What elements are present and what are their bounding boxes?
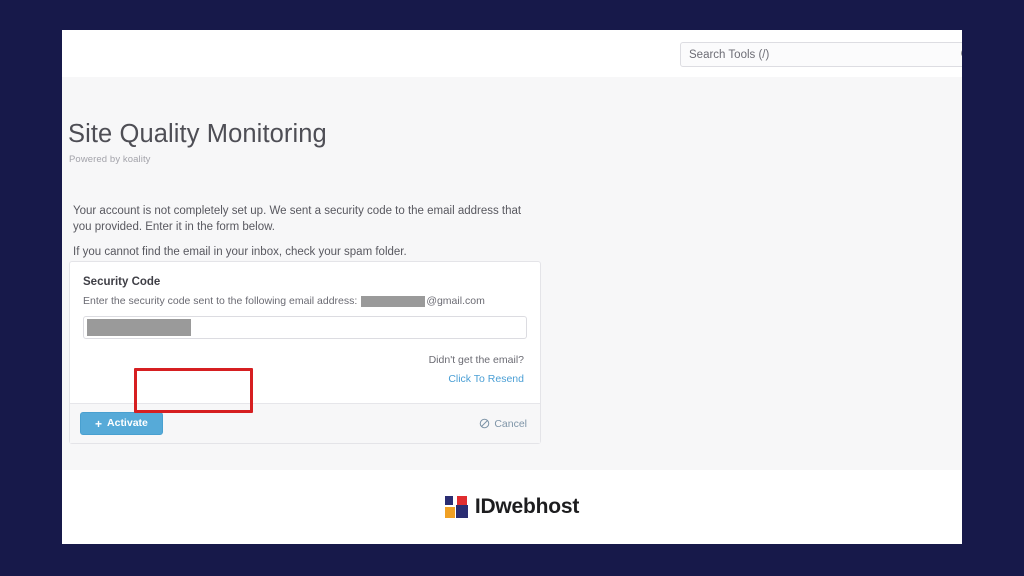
security-code-help: Enter the security code sent to the foll…: [83, 295, 527, 307]
email-domain: @gmail.com: [426, 295, 485, 307]
cancel-button[interactable]: Cancel: [479, 418, 527, 430]
logo-square-bottom-left: [444, 507, 455, 518]
security-code-help-prefix: Enter the security code sent to the foll…: [83, 295, 358, 307]
app-footer: IDwebhost: [62, 470, 962, 544]
app-window: Site Quality Monitoring Powered by koali…: [62, 30, 962, 544]
activate-button[interactable]: + Activate: [80, 412, 163, 435]
idwebhost-logo: IDwebhost: [444, 495, 580, 519]
page-body: Site Quality Monitoring Powered by koali…: [62, 77, 962, 470]
screenshot-root: Site Quality Monitoring Powered by koali…: [0, 0, 1024, 576]
security-code-title: Security Code: [83, 276, 161, 288]
resend-question: Didn't get the email?: [428, 354, 524, 366]
cancel-button-label: Cancel: [494, 417, 527, 430]
logo-square-bottom-right: [455, 505, 468, 518]
search-icon[interactable]: [960, 47, 962, 62]
redacted-email-username: [361, 295, 426, 307]
idwebhost-logo-mark: [444, 496, 468, 518]
security-code-card: Security Code Enter the security code se…: [69, 261, 541, 444]
search-input[interactable]: [681, 43, 947, 66]
idwebhost-logo-text: IDwebhost: [474, 495, 580, 518]
resend-link[interactable]: Click To Resend: [448, 373, 524, 385]
page-title: Site Quality Monitoring: [68, 120, 327, 148]
resend-block: Didn't get the email? Click To Resend: [83, 354, 527, 387]
search-box[interactable]: [680, 42, 962, 67]
ban-icon: [480, 418, 490, 429]
intro-paragraph-1: Your account is not completely set up. W…: [73, 204, 522, 233]
activate-button-label: Activate: [107, 417, 148, 429]
page-subtitle: Powered by koality: [69, 154, 151, 165]
security-code-card-body: Security Code Enter the security code se…: [70, 262, 540, 403]
intro-paragraph-2: If you cannot find the email in your inb…: [73, 245, 407, 258]
plus-icon: +: [95, 416, 103, 431]
security-code-input[interactable]: [83, 316, 527, 339]
logo-square-top-left: [444, 496, 453, 505]
app-header: [62, 30, 962, 78]
redacted-security-code-value: [87, 319, 191, 336]
security-code-card-footer: + Activate Cancel: [70, 403, 540, 443]
